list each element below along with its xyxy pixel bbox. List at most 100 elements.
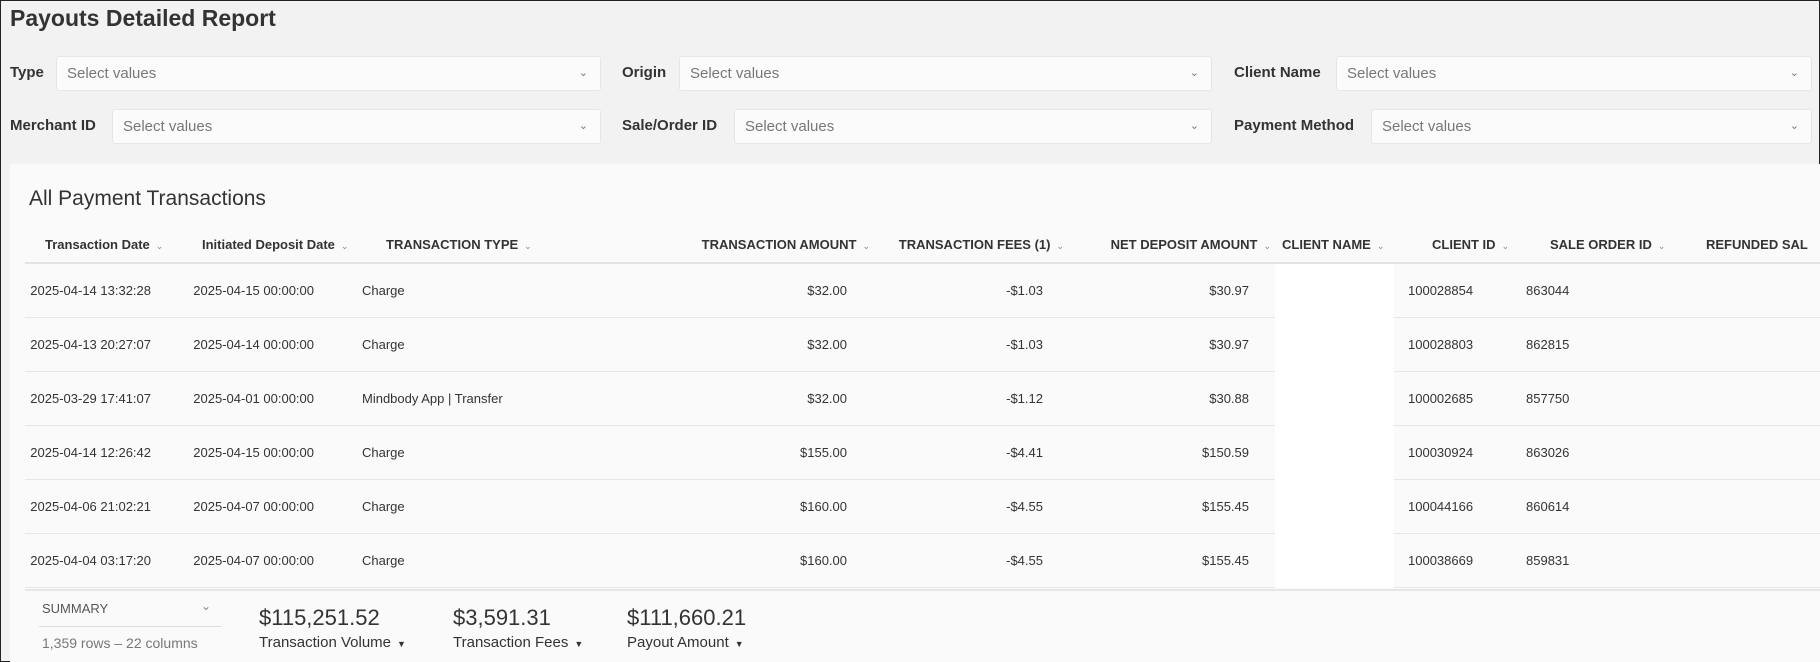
sort-chevron-icon[interactable]: ⌄ (1502, 241, 1510, 251)
column-header-label: TRANSACTION FEES (1) (898, 237, 1051, 252)
table-cell: 2025-04-14 00:00:00 (193, 337, 314, 352)
column-header-label: SALE ORDER ID (1550, 237, 1652, 252)
table-cell: $32.00 (807, 283, 847, 298)
filter-label-client-name: Client Name (1234, 64, 1321, 81)
caret-down-icon: ▼ (397, 639, 406, 649)
table-cell: $155.45 (1202, 553, 1249, 568)
client-name-redacted (1275, 426, 1394, 480)
filter-select-merchant-id[interactable]: Select values ⌄ (112, 109, 601, 144)
filter-label-payment-method: Payment Method (1234, 117, 1355, 134)
table-cell: -$4.55 (1006, 499, 1043, 514)
column-header-label: CLIENT ID (1432, 237, 1496, 252)
table-cell: Charge (362, 283, 405, 298)
chevron-down-icon: ⌄ (578, 120, 588, 132)
table-title: All Payment Transactions (29, 187, 266, 210)
table-row[interactable]: 2025-04-04 03:17:20 2025-04-07 00:00:00 Ch… (25, 534, 1820, 588)
column-header[interactable]: SALE ORDER ID ⌄ (1550, 237, 1665, 252)
metric-selector[interactable]: Payout Amount ▼ (627, 634, 744, 651)
column-header-label: REFUNDED SAL (1706, 237, 1808, 252)
table-cell: $160.00 (800, 499, 847, 514)
table-cell: $30.88 (1209, 391, 1249, 406)
table-cell: $32.00 (807, 337, 847, 352)
column-header-label: Transaction Date (45, 237, 150, 252)
metric-label: Transaction Volume (259, 634, 392, 651)
table-cell: 863026 (1526, 445, 1570, 460)
client-name-redacted (1275, 318, 1394, 372)
summary-underline (39, 626, 221, 627)
table-row[interactable]: 2025-03-29 17:41:07 2025-04-01 00:00:00 Mi… (25, 372, 1820, 426)
filter-placeholder: Select values (67, 65, 157, 82)
metric-value: $3,591.31 (453, 605, 551, 630)
table-cell: -$1.03 (1006, 283, 1043, 298)
summary-chevron-icon[interactable]: ⌄ (201, 599, 211, 613)
table-cell: -$4.55 (1006, 553, 1043, 568)
table-cell: 862815 (1526, 337, 1570, 352)
metric-selector[interactable]: Transaction Volume ▼ (259, 634, 406, 651)
filter-select-sale-order-id[interactable]: Select values ⌄ (734, 109, 1212, 144)
chevron-down-icon: ⌄ (1189, 67, 1199, 79)
table-cell: 100028854 (1408, 283, 1474, 298)
filter-placeholder: Select values (1382, 118, 1472, 135)
filter-label-origin: Origin (622, 64, 667, 81)
column-header[interactable]: TRANSACTION FEES (1) ⌄ (899, 237, 1064, 252)
table-cell: 2025-04-15 00:00:00 (193, 283, 314, 298)
column-header-label: CLIENT NAME (1282, 237, 1371, 252)
table-cell: Charge (362, 445, 405, 460)
chevron-down-icon: ⌄ (578, 67, 588, 79)
table-cell: 100002685 (1408, 391, 1474, 406)
column-header[interactable]: TRANSACTION AMOUNT ⌄ (702, 237, 870, 252)
table-cell: 857750 (1526, 391, 1570, 406)
column-header[interactable]: NET DEPOSIT AMOUNT ⌄ (1111, 237, 1271, 252)
filter-placeholder: Select values (745, 118, 835, 135)
column-header[interactable]: CLIENT ID ⌄ (1432, 237, 1509, 252)
table-row[interactable]: 2025-04-14 13:32:28 2025-04-15 00:00:00 Ch… (25, 264, 1820, 318)
rows-columns-count: 1,359 rows – 22 columns (42, 635, 198, 651)
table-cell: Charge (362, 499, 405, 514)
filter-select-payment-method[interactable]: Select values ⌄ (1371, 109, 1812, 144)
table-cell: 100028803 (1408, 337, 1474, 352)
column-header[interactable]: CLIENT NAME ⌄ (1282, 237, 1384, 252)
column-header[interactable]: TRANSACTION TYPE ⌄ (386, 237, 532, 252)
metric-value: $115,251.52 (259, 605, 380, 630)
table-cell: 2025-04-07 00:00:00 (193, 553, 314, 568)
metric-selector[interactable]: Transaction Fees ▼ (453, 634, 583, 651)
sort-chevron-icon[interactable]: ⌄ (341, 241, 349, 251)
sort-chevron-icon[interactable]: ⌄ (1377, 241, 1385, 251)
table-cell: 2025-04-14 13:32:28 (30, 283, 151, 298)
filter-label-merchant-id: Merchant ID (10, 117, 96, 134)
sort-chevron-icon[interactable]: ⌄ (156, 241, 164, 251)
column-header-label: NET DEPOSIT AMOUNT (1110, 237, 1258, 252)
filter-select-client-name[interactable]: Select values ⌄ (1336, 56, 1812, 91)
page-title: Payouts Detailed Report (10, 5, 276, 31)
table-cell: 860614 (1526, 499, 1570, 514)
table-cell: 100038669 (1408, 553, 1474, 568)
table-row[interactable]: 2025-04-13 20:27:07 2025-04-14 00:00:00 Ch… (25, 318, 1820, 372)
column-header[interactable]: Initiated Deposit Date ⌄ (202, 237, 348, 252)
table-cell: -$4.41 (1006, 445, 1043, 460)
table-cell: $155.00 (800, 445, 847, 460)
metric-label: Transaction Fees (453, 634, 569, 651)
sort-chevron-icon[interactable]: ⌄ (1263, 241, 1271, 251)
filter-select-origin[interactable]: Select values ⌄ (679, 56, 1212, 91)
table-cell: 2025-04-04 03:17:20 (30, 553, 151, 568)
sort-chevron-icon[interactable]: ⌄ (524, 241, 532, 251)
summary-label[interactable]: SUMMARY (42, 601, 108, 616)
client-name-redacted (1275, 372, 1394, 426)
table-cell: 100030924 (1408, 445, 1474, 460)
table-row[interactable]: 2025-04-14 12:26:42 2025-04-15 00:00:00 Ch… (25, 426, 1820, 480)
table-cell: 859831 (1526, 553, 1570, 568)
table-row[interactable]: 2025-04-06 21:02:21 2025-04-07 00:00:00 Ch… (25, 480, 1820, 534)
client-name-redacted (1275, 480, 1394, 534)
table-cell: Charge (362, 337, 405, 352)
sort-chevron-icon[interactable]: ⌄ (1056, 241, 1064, 251)
column-header-label: Initiated Deposit Date (202, 237, 335, 252)
filter-label-type: Type (10, 64, 44, 81)
sort-chevron-icon[interactable]: ⌄ (1658, 241, 1666, 251)
sort-chevron-icon[interactable]: ⌄ (862, 241, 870, 251)
table-cell: -$1.03 (1006, 337, 1043, 352)
column-header[interactable]: REFUNDED SAL (1706, 237, 1808, 252)
chevron-down-icon: ⌄ (1789, 120, 1799, 132)
column-header[interactable]: Transaction Date ⌄ (45, 237, 163, 252)
table-cell: 100044166 (1408, 499, 1474, 514)
filter-select-type[interactable]: Select values ⌄ (56, 56, 601, 91)
